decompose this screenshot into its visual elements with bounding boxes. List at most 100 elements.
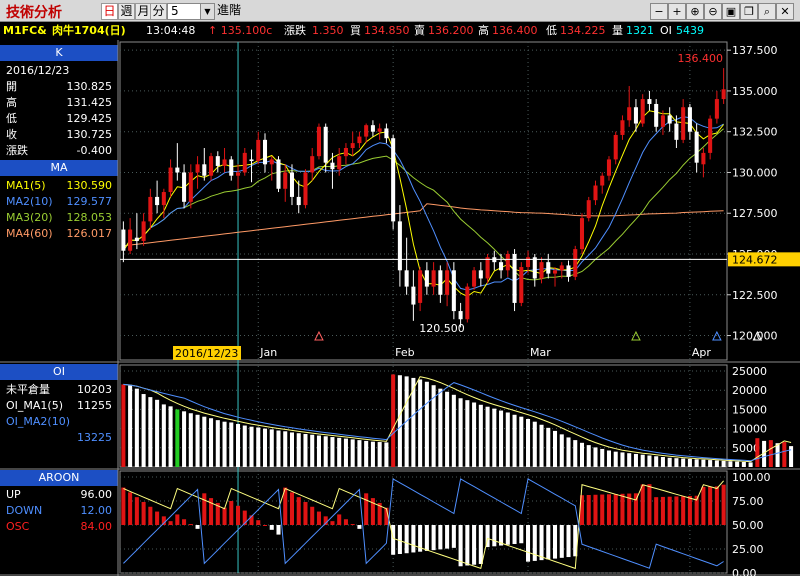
month-label: Apr xyxy=(692,346,712,359)
oi-bar xyxy=(566,437,571,467)
candle-body xyxy=(141,221,146,241)
oi-bar xyxy=(505,412,510,467)
osc-bar xyxy=(505,525,510,545)
candle-body xyxy=(377,128,382,132)
oi-bar xyxy=(532,421,537,467)
month-label: Jan xyxy=(259,346,277,359)
candle-body xyxy=(526,257,531,268)
signal-arrow-icon xyxy=(631,330,641,341)
candle-body xyxy=(242,152,247,173)
oi-bar xyxy=(526,419,531,467)
candle-body xyxy=(424,270,429,287)
candle-body xyxy=(262,139,268,165)
oi-bar xyxy=(647,455,652,467)
candle-body xyxy=(391,138,396,222)
oi-bar xyxy=(627,453,632,467)
osc-bar xyxy=(397,525,402,554)
oi-bar xyxy=(789,446,794,467)
osc-bar xyxy=(492,525,497,547)
oi-bar xyxy=(310,434,315,467)
oi-bar xyxy=(613,451,618,467)
osc-bar xyxy=(357,525,362,529)
candle-body xyxy=(546,262,551,274)
aroon-tick-label: 50.00 xyxy=(732,519,764,532)
oi-tick-label: 10000 xyxy=(732,423,767,436)
candle-body xyxy=(667,115,672,124)
osc-bar xyxy=(620,493,625,525)
candle-body xyxy=(627,107,632,121)
oi-bar xyxy=(202,416,207,467)
oi-bar xyxy=(714,460,719,467)
candle-body xyxy=(721,89,726,100)
osc-bar xyxy=(674,496,679,525)
oi-bar xyxy=(775,443,780,467)
aroon-tick-label: 100.00 xyxy=(732,471,771,484)
price-tick-label: 135.000 xyxy=(732,85,778,98)
candle-body xyxy=(613,134,618,160)
oi-bar xyxy=(519,416,524,467)
last-price-label: 124.672 xyxy=(732,253,778,266)
osc-bar xyxy=(222,507,227,525)
oi-bar xyxy=(499,410,504,467)
osc-bar xyxy=(202,493,207,525)
osc-bar xyxy=(289,492,295,525)
osc-bar xyxy=(195,525,200,529)
candle-body xyxy=(397,221,402,271)
candle-body xyxy=(168,167,173,193)
candle-body xyxy=(269,159,274,165)
osc-bar xyxy=(714,486,719,525)
candle-body xyxy=(478,270,483,279)
oi-bar xyxy=(128,385,133,467)
candle-body xyxy=(404,270,409,287)
candle-body xyxy=(512,254,517,303)
candle-body xyxy=(188,172,193,202)
candle-body xyxy=(370,125,375,132)
osc-bar xyxy=(256,520,261,525)
osc-bar xyxy=(539,525,544,561)
osc-bar xyxy=(552,525,558,559)
oi-bar xyxy=(445,391,450,467)
oi-bar xyxy=(586,445,591,467)
oi-bar xyxy=(539,424,544,467)
candle-body xyxy=(620,120,625,135)
oi-bar xyxy=(276,430,281,467)
candle-body xyxy=(323,126,328,163)
chart-area[interactable]: 137.500135.000132.500130.000127.500125.0… xyxy=(0,0,800,576)
price-tick-label: 132.500 xyxy=(732,126,778,139)
price-tick-label: 137.500 xyxy=(732,44,778,57)
candle-body xyxy=(343,148,348,157)
oi-bar xyxy=(391,374,396,467)
candle-body xyxy=(573,249,578,277)
osc-bar xyxy=(681,496,686,525)
oi-bar xyxy=(397,375,402,467)
candle-body xyxy=(155,196,160,206)
aroon-down-line xyxy=(123,478,724,569)
ma2-line xyxy=(122,116,724,291)
osc-bar xyxy=(586,495,591,525)
candle-body xyxy=(593,185,598,201)
oi-bar xyxy=(654,456,659,467)
oi-bar xyxy=(701,459,706,467)
osc-bar xyxy=(613,494,618,525)
oi-tick-label: 20000 xyxy=(732,384,767,397)
oi-bar xyxy=(465,400,470,467)
oi-bar xyxy=(546,427,551,467)
oi-bar xyxy=(721,460,726,467)
osc-bar xyxy=(337,514,342,525)
oi-bar xyxy=(370,441,375,467)
osc-bar xyxy=(236,505,241,525)
ma4-line xyxy=(123,203,724,247)
osc-bar xyxy=(269,525,274,530)
osc-bar xyxy=(546,525,551,560)
candle-body xyxy=(384,128,389,139)
candle-body xyxy=(431,270,436,287)
osc-bar xyxy=(404,525,409,554)
oi-tick-label: 15000 xyxy=(732,403,767,416)
candle-body xyxy=(499,262,504,271)
candle-body xyxy=(539,262,544,279)
oi-bar xyxy=(195,414,200,467)
candle-body xyxy=(714,99,719,119)
osc-bar xyxy=(519,525,524,544)
osc-bar xyxy=(316,511,321,525)
candle-body xyxy=(472,270,477,287)
